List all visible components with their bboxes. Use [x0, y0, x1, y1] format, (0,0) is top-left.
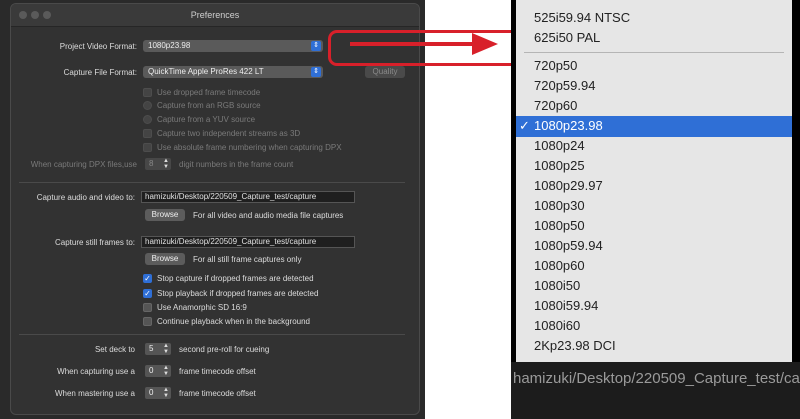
stepper-arrows-icon: ▲ ▼ [163, 387, 169, 399]
capture-av-browse-button[interactable]: Browse [145, 209, 185, 221]
project-video-format-label: Project Video Format: [59, 42, 137, 51]
menu-item[interactable]: 1080p29.97 [516, 176, 792, 196]
mastering-offset-label: When mastering use a [54, 389, 135, 398]
menu-item[interactable]: 525i59.94 NTSC [516, 8, 792, 28]
stop-capture-dropped-label: Stop capture if dropped frames are detec… [157, 274, 314, 283]
menu-item[interactable]: 720p59.94 [516, 76, 792, 96]
capturing-offset-label: When capturing use a [57, 367, 135, 376]
capturing-offset-stepper[interactable]: 0 ▲ ▼ [145, 365, 171, 377]
set-deck-label: Set deck to [94, 345, 135, 354]
stop-capture-dropped-checkbox[interactable]: ✓ [143, 274, 152, 283]
preroll-suffix: second pre-roll for cueing [179, 345, 270, 354]
absolute-frame-numbering-label: Use absolute frame numbering when captur… [157, 143, 342, 152]
background-path-text: hamizuki/Desktop/220509_Capture_test/cap… [513, 370, 800, 387]
menu-item[interactable]: 1080p50 [516, 216, 792, 236]
menu-item-selected[interactable]: ✓ 1080p23.98 [516, 116, 792, 137]
anamorphic-sd-label: Use Anamorphic SD 16:9 [157, 303, 247, 312]
dropped-frame-timecode-checkbox[interactable] [143, 88, 152, 97]
preroll-value: 5 [149, 344, 154, 353]
chevron-updown-icon: ⇕ [311, 41, 321, 51]
capturing-offset-suffix: frame timecode offset [179, 367, 256, 376]
anamorphic-sd-checkbox[interactable] [143, 303, 152, 312]
project-video-format-popup[interactable]: 1080p23.98 ⇕ [143, 40, 323, 52]
menu-item[interactable]: 720p50 [516, 56, 792, 76]
yuv-source-label: Capture from a YUV source [157, 115, 256, 124]
background-path-strip: hamizuki/Desktop/220509_Capture_test/cap… [511, 362, 800, 419]
continue-playback-checkbox[interactable] [143, 317, 152, 326]
menu-item[interactable]: 1080p25 [516, 156, 792, 176]
capturing-offset-value: 0 [149, 366, 154, 375]
project-video-format-value: 1080p23.98 [148, 41, 191, 50]
chevron-updown-icon: ⇕ [311, 67, 321, 77]
capture-file-format-popup[interactable]: QuickTime Apple ProRes 422 LT ⇕ [143, 66, 323, 78]
capture-file-format-value: QuickTime Apple ProRes 422 LT [148, 67, 264, 76]
dpx-digits-suffix: digit numbers in the frame count [179, 160, 294, 169]
mastering-offset-value: 0 [149, 388, 154, 397]
quality-button[interactable]: Quality [365, 66, 405, 78]
menu-item[interactable]: 1080i50 [516, 276, 792, 296]
video-format-menu: 525i59.94 NTSC 625i50 PAL 720p50 720p59.… [516, 0, 792, 362]
menu-item[interactable]: 1080p24 [516, 136, 792, 156]
yuv-source-radio[interactable] [143, 115, 152, 124]
dropped-frame-timecode-label: Use dropped frame timecode [157, 88, 261, 97]
mastering-offset-suffix: frame timecode offset [179, 389, 256, 398]
menu-item-selected-label: 1080p23.98 [534, 118, 603, 133]
menu-separator [524, 52, 784, 53]
stepper-arrows-icon: ▲ ▼ [163, 343, 169, 355]
capture-av-path-field[interactable]: hamizuki/Desktop/220509_Capture_test/cap… [141, 191, 355, 203]
menu-item[interactable]: 1080p60 [516, 256, 792, 276]
stepper-arrows-icon: ▲ ▼ [163, 158, 169, 170]
stop-playback-dropped-label: Stop playback if dropped frames are dete… [157, 289, 319, 298]
absolute-frame-numbering-checkbox[interactable] [143, 143, 152, 152]
window-title: Preferences [190, 10, 240, 20]
menu-item[interactable]: 2Kp23.98 DCI [516, 336, 792, 356]
capture-still-label: Capture still frames to: [54, 238, 135, 247]
capture-still-note: For all still frame captures only [193, 255, 302, 264]
stereo-3d-label: Capture two independent streams as 3D [157, 129, 301, 138]
mastering-offset-stepper[interactable]: 0 ▲ ▼ [145, 387, 171, 399]
section-divider [19, 182, 405, 183]
dpx-digits-label: When capturing DPX files,use [30, 160, 137, 169]
stop-playback-dropped-checkbox[interactable]: ✓ [143, 289, 152, 298]
menu-item[interactable]: 1080p30 [516, 196, 792, 216]
menu-item[interactable]: 1080i59.94 [516, 296, 792, 316]
rgb-source-radio[interactable] [143, 101, 152, 110]
capture-av-note: For all video and audio media file captu… [193, 211, 344, 220]
capture-av-label: Capture audio and video to: [36, 193, 135, 202]
menu-item[interactable]: 1080i60 [516, 316, 792, 336]
continue-playback-label: Continue playback when in the background [157, 317, 310, 326]
rgb-source-label: Capture from an RGB source [157, 101, 261, 110]
menu-item[interactable]: 625i50 PAL [516, 28, 792, 48]
stepper-arrows-icon: ▲ ▼ [163, 365, 169, 377]
dpx-digits-value: 8 [149, 159, 154, 168]
title-bar: Preferences [11, 4, 419, 27]
preroll-stepper[interactable]: 5 ▲ ▼ [145, 343, 171, 355]
capture-still-browse-button[interactable]: Browse [145, 253, 185, 265]
stereo-3d-checkbox[interactable] [143, 129, 152, 138]
arrow-right-icon [350, 33, 498, 55]
section-divider [19, 334, 405, 335]
dpx-digits-stepper[interactable]: 8 ▲ ▼ [145, 158, 171, 170]
menu-item[interactable]: 1080p59.94 [516, 236, 792, 256]
checkmark-icon: ✓ [519, 118, 530, 133]
capture-still-path-field[interactable]: hamizuki/Desktop/220509_Capture_test/cap… [141, 236, 355, 248]
capture-file-format-label: Capture File Format: [63, 68, 137, 77]
menu-item[interactable]: 720p60 [516, 96, 792, 116]
